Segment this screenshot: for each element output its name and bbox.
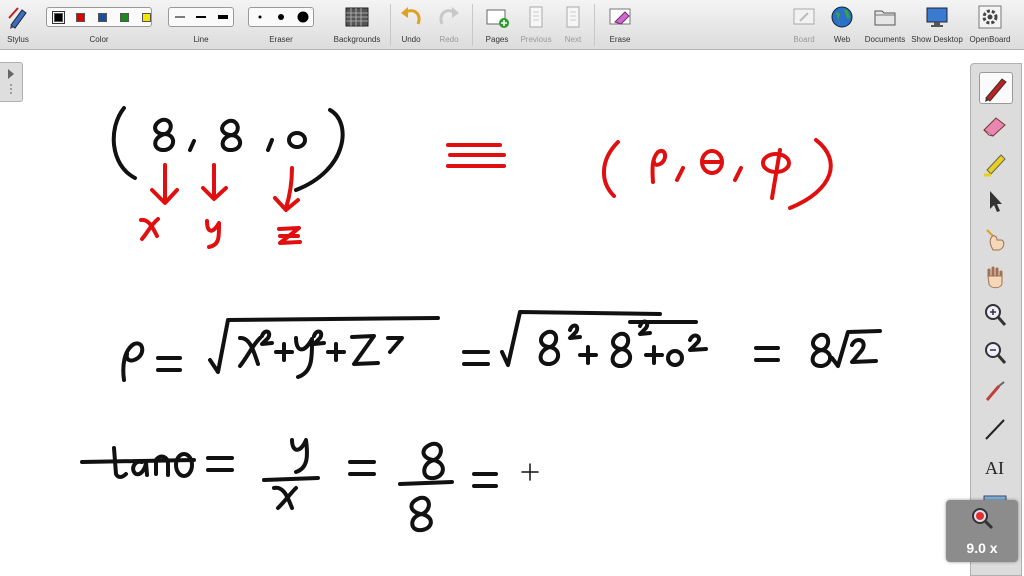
color-label: Color (89, 35, 109, 44)
color-green-swatch[interactable] (120, 13, 129, 22)
redo-icon (439, 7, 459, 25)
zoom-level-text: 9.0 x (966, 540, 998, 556)
erase-button[interactable]: Erase (602, 0, 638, 50)
rho-equation-ink (121, 310, 882, 382)
main-toolbar: Stylus Color Line Eraser Backgrounds Und… (0, 0, 1024, 50)
next-page-icon (566, 6, 580, 28)
color-picker (46, 7, 152, 27)
toolbar-divider (390, 4, 391, 46)
highlighter-icon (984, 154, 1006, 177)
globe-icon (831, 6, 853, 28)
stylus-button[interactable]: Stylus (0, 0, 36, 50)
line-icon (985, 419, 1005, 440)
backgrounds-label: Backgrounds (333, 35, 381, 44)
pen-icon (985, 78, 1007, 102)
tan-equation-ink (80, 438, 498, 533)
previous-page-icon (529, 6, 543, 28)
xyz-labels-ink (139, 163, 302, 249)
color-black-swatch[interactable] (52, 11, 65, 24)
undo-label: Undo (401, 35, 421, 44)
undo-icon (401, 7, 421, 25)
eraser-group: Eraser (246, 0, 316, 50)
next-label: Next (564, 35, 582, 44)
eraser-small-icon[interactable] (253, 10, 267, 24)
coords-right-ink (601, 138, 833, 210)
show-desktop-button[interactable]: Show Desktop (910, 0, 964, 50)
documents-button[interactable]: Documents (862, 0, 908, 50)
pointer-icon (990, 191, 1002, 212)
web-label: Web (833, 35, 851, 44)
eraser-large-icon[interactable] (296, 10, 310, 24)
pen-tool-button[interactable] (979, 72, 1013, 104)
line-width-picker (168, 7, 234, 27)
add-page-icon (486, 9, 509, 28)
line-medium-icon[interactable] (194, 10, 208, 24)
eraser-icon (983, 117, 1006, 137)
whiteboard-canvas[interactable] (0, 51, 970, 576)
board-label: Board (793, 35, 815, 44)
board-button[interactable]: Board (788, 0, 820, 50)
eraser-size-picker (248, 7, 314, 27)
redo-label: Redo (439, 35, 459, 44)
zoom-out-button[interactable] (979, 338, 1013, 370)
stylus-icon (8, 7, 27, 29)
openboard-button[interactable]: OpenBoard (966, 0, 1014, 50)
equivalence-ink (446, 143, 506, 168)
cursor-crosshair (521, 463, 539, 481)
svg-text:AI: AI (985, 458, 1004, 478)
eraser-tool-button[interactable] (979, 110, 1013, 142)
coords-left-ink (111, 106, 345, 192)
web-button[interactable]: Web (826, 0, 858, 50)
color-blue-swatch[interactable] (98, 13, 107, 22)
board-icon (793, 8, 815, 25)
line-thick-icon[interactable] (216, 10, 230, 24)
undo-button[interactable]: Undo (396, 0, 426, 50)
selector-tool-button[interactable] (979, 186, 1013, 218)
erase-label: Erase (609, 35, 631, 44)
zoom-indicator: 9.0 x (946, 500, 1018, 562)
toolbar-divider (472, 4, 473, 46)
interact-tool-button[interactable] (979, 224, 1013, 256)
documents-label: Documents (864, 35, 906, 44)
line-thin-icon[interactable] (173, 10, 187, 24)
line-label: Line (193, 35, 209, 44)
text-icon: AI (985, 458, 1004, 478)
redo-button[interactable]: Redo (434, 0, 464, 50)
stylus-label: Stylus (7, 35, 29, 44)
color-red-swatch[interactable] (76, 13, 85, 22)
gear-icon (978, 5, 1002, 29)
pages-button[interactable]: Pages (480, 0, 514, 50)
show-desktop-label: Show Desktop (911, 35, 963, 44)
text-tool-button[interactable]: AI (979, 452, 1013, 484)
line-group: Line (166, 0, 236, 50)
laser-hand-icon (986, 229, 1005, 251)
highlighter-tool-button[interactable] (979, 148, 1013, 180)
eraser-label: Eraser (269, 35, 293, 44)
color-yellow-swatch[interactable] (142, 13, 151, 22)
hand-icon (987, 266, 1003, 289)
desktop-icon (926, 7, 948, 27)
previous-button[interactable]: Previous (516, 0, 556, 50)
zoom-in-icon (985, 304, 1007, 326)
next-button[interactable]: Next (558, 0, 588, 50)
hand-tool-button[interactable] (979, 262, 1013, 294)
zoom-out-icon (985, 342, 1007, 364)
backgrounds-button[interactable]: Backgrounds (330, 0, 384, 50)
folder-icon (874, 10, 896, 26)
grid-icon (345, 7, 369, 27)
line-tool-button[interactable] (979, 414, 1013, 446)
previous-label: Previous (520, 35, 552, 44)
pages-label: Pages (485, 35, 509, 44)
erase-board-icon (609, 8, 631, 25)
zoom-in-button[interactable] (979, 300, 1013, 332)
eraser-medium-icon[interactable] (274, 10, 288, 24)
openboard-label: OpenBoard (969, 35, 1011, 44)
toolbar-divider (594, 4, 595, 46)
color-group: Color (44, 0, 154, 50)
capture-icon (985, 381, 1005, 401)
capture-tool-button[interactable] (979, 376, 1013, 408)
zoom-magnifier-icon (972, 508, 994, 530)
